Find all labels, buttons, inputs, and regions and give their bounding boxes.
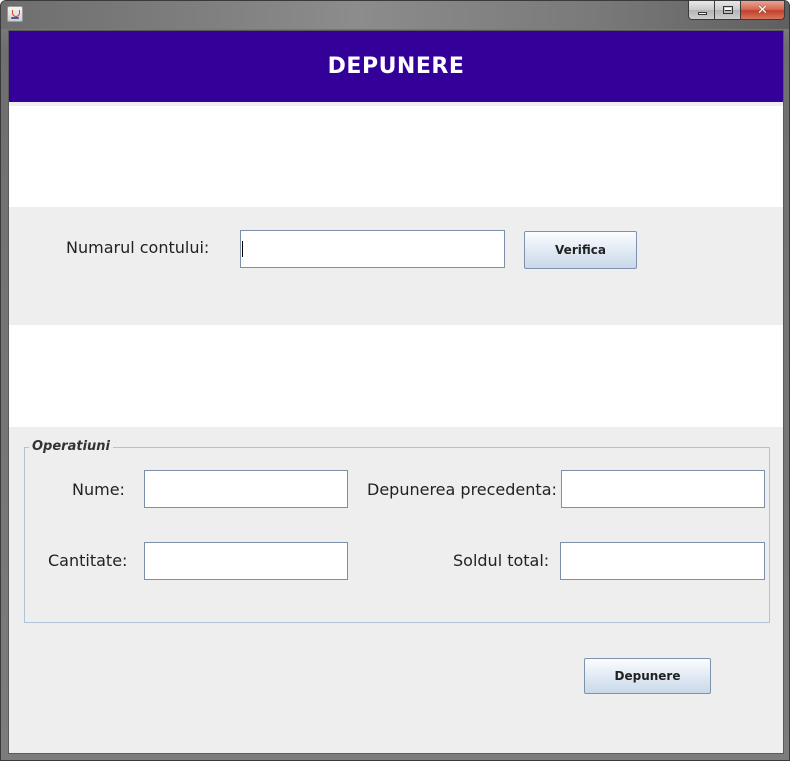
quantity-label: Cantitate:: [48, 551, 128, 570]
previous-deposit-label: Depunerea precedenta:: [367, 480, 557, 499]
maximize-icon: [723, 6, 733, 14]
close-icon: ✕: [757, 2, 768, 18]
spacer-panel-top: [9, 106, 783, 207]
previous-deposit-input[interactable]: [561, 470, 765, 508]
quantity-input[interactable]: [144, 542, 348, 580]
app-window: ✕ DEPUNERE Numarul contului: Verifica Op…: [0, 0, 790, 761]
verify-button[interactable]: Verifica: [524, 231, 637, 269]
page-title: DEPUNERE: [327, 54, 465, 79]
spacer-panel-middle: [9, 325, 783, 427]
text-caret: [242, 241, 243, 257]
account-number-input[interactable]: [240, 230, 505, 268]
deposit-button[interactable]: Depunere: [584, 658, 711, 694]
header-banner: DEPUNERE: [9, 31, 783, 102]
content-pane: DEPUNERE Numarul contului: Verifica Oper…: [8, 30, 784, 754]
total-balance-label: Soldul total:: [453, 551, 550, 570]
java-app-icon[interactable]: [7, 6, 23, 22]
maximize-button[interactable]: [715, 1, 741, 20]
window-controls: ✕: [688, 1, 785, 21]
minimize-button[interactable]: [688, 1, 715, 20]
operations-group-title: Operatiuni: [29, 439, 113, 454]
minimize-icon: [698, 12, 707, 15]
account-number-label: Numarul contului:: [66, 238, 210, 257]
name-label: Nume:: [72, 480, 125, 499]
name-input[interactable]: [144, 470, 348, 508]
close-button[interactable]: ✕: [741, 1, 785, 20]
total-balance-input[interactable]: [560, 542, 765, 580]
title-bar[interactable]: ✕: [1, 1, 789, 29]
